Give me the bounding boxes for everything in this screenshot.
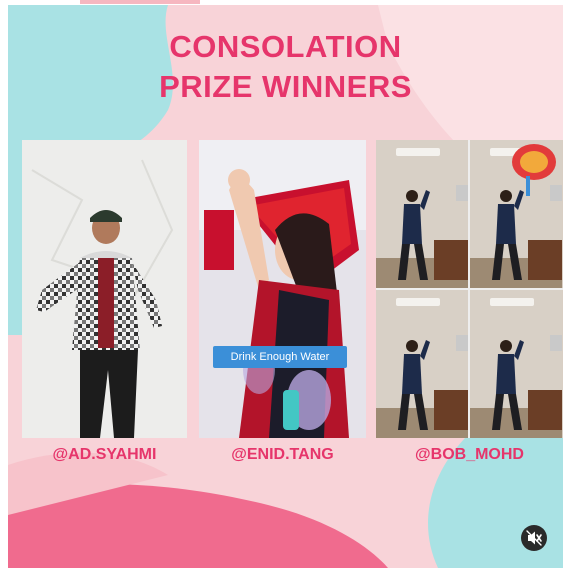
winner-photo-3 — [376, 140, 563, 438]
post-frame: CONSOLATION PRIZE WINNERS Drink Enough W… — [0, 0, 563, 568]
speaker-muted-icon — [526, 530, 542, 546]
story-progress-bar — [0, 0, 563, 4]
post-title: CONSOLATION PRIZE WINNERS — [8, 27, 563, 107]
post-media[interactable]: CONSOLATION PRIZE WINNERS Drink Enough W… — [8, 5, 563, 568]
winner-photo-2: Drink Enough Water — [199, 140, 366, 438]
drinking-woman-illustration — [199, 140, 366, 438]
title-line-1: CONSOLATION — [169, 29, 402, 64]
winner-photo-1 — [22, 140, 187, 438]
winner-handle-2[interactable]: @ENID.TANG — [199, 446, 366, 464]
video-caption: Drink Enough Water — [213, 346, 347, 368]
dancer-illustration — [22, 140, 187, 438]
title-line-2: PRIZE WINNERS — [159, 69, 412, 104]
drinking-man-grid — [376, 140, 563, 438]
mute-button[interactable] — [521, 525, 547, 551]
winner-handle-3[interactable]: @BOB_MOHD — [376, 446, 563, 464]
winner-handle-1[interactable]: @AD.SYAHMI — [22, 446, 187, 464]
